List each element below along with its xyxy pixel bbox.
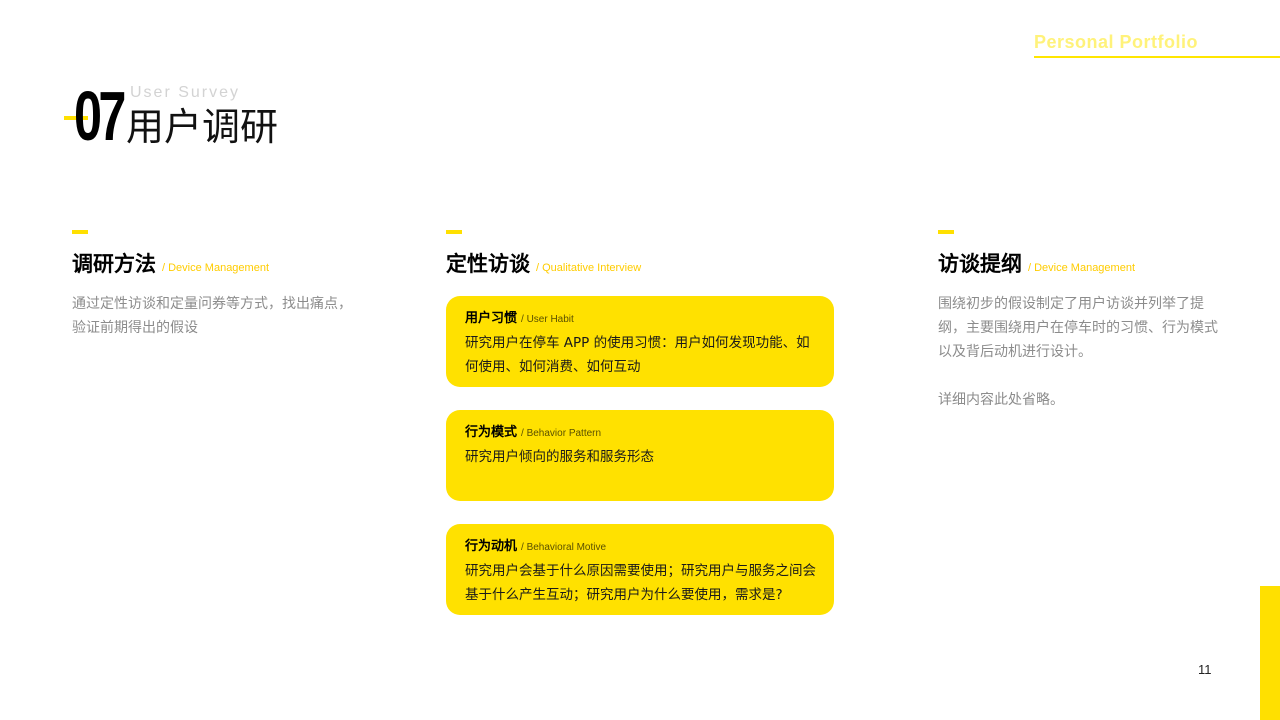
column-3-dash — [938, 230, 954, 234]
card-body: 研究用户在停车 APP 的使用习惯：用户如何发现功能、如何使用、如何消费、如何互… — [465, 335, 810, 375]
section-number: 07 — [74, 77, 126, 155]
brand-underline — [1034, 56, 1280, 58]
brand-title: Personal Portfolio — [1034, 32, 1199, 52]
column-2-title: 定性访谈 — [446, 252, 530, 276]
card-behavioral-motive: 行为动机 / Behavioral Motive 研究用户会基于什么原因需要使用；… — [446, 524, 834, 615]
card-subtitle: / Behavior Pattern — [521, 428, 602, 439]
page-number: 11 — [1198, 662, 1212, 677]
column-3-title: 访谈提纲 — [938, 252, 1022, 276]
column-1-dash — [72, 230, 88, 234]
side-accent-bar — [1260, 586, 1280, 720]
column-1-title: 调研方法 — [72, 252, 156, 276]
column-3-paragraph-note: 详细内容此处省略。 — [938, 392, 1064, 408]
section-title: 用户调研 — [126, 105, 279, 149]
column-1-text: 通过定性访谈和定量问券等方式，找出痛点，验证前期得出的假设 — [72, 292, 362, 340]
column-1-subtitle: / Device Management — [162, 262, 269, 274]
card-title: 用户习惯 — [465, 311, 518, 326]
column-3-subtitle: / Device Management — [1028, 262, 1135, 274]
card-user-habit: 用户习惯 / User Habit 研究用户在停车 APP 的使用习惯：用户如何发… — [446, 296, 834, 387]
section-subtitle-en: User Survey — [130, 84, 241, 101]
column-2-heading: 定性访谈 / Qualitative Interview — [446, 248, 641, 278]
card-behavior-pattern: 行为模式 / Behavior Pattern 研究用户倾向的服务和服务形态 — [446, 410, 834, 501]
card-subtitle: / Behavioral Motive — [521, 542, 607, 553]
column-1-heading: 调研方法 / Device Management — [72, 248, 269, 278]
column-3-text: 围绕初步的假设制定了用户访谈并列举了提纲，主要围绕用户在停车时的习惯、行为模式以… — [938, 292, 1224, 412]
card-body: 研究用户倾向的服务和服务形态 — [465, 449, 654, 465]
card-body: 研究用户会基于什么原因需要使用；研究用户与服务之间会基于什么产生互动；研究用户为… — [465, 563, 816, 603]
column-2-subtitle: / Qualitative Interview — [536, 262, 642, 274]
column-1-paragraph: 通过定性访谈和定量问券等方式，找出痛点，验证前期得出的假设 — [72, 296, 352, 336]
column-3-heading: 访谈提纲 / Device Management — [938, 248, 1135, 278]
card-title: 行为动机 — [465, 539, 518, 554]
column-2-dash — [446, 230, 462, 234]
column-3-paragraph: 围绕初步的假设制定了用户访谈并列举了提纲，主要围绕用户在停车时的习惯、行为模式以… — [938, 296, 1218, 360]
card-subtitle: / User Habit — [521, 314, 574, 325]
card-title: 行为模式 — [465, 425, 518, 440]
